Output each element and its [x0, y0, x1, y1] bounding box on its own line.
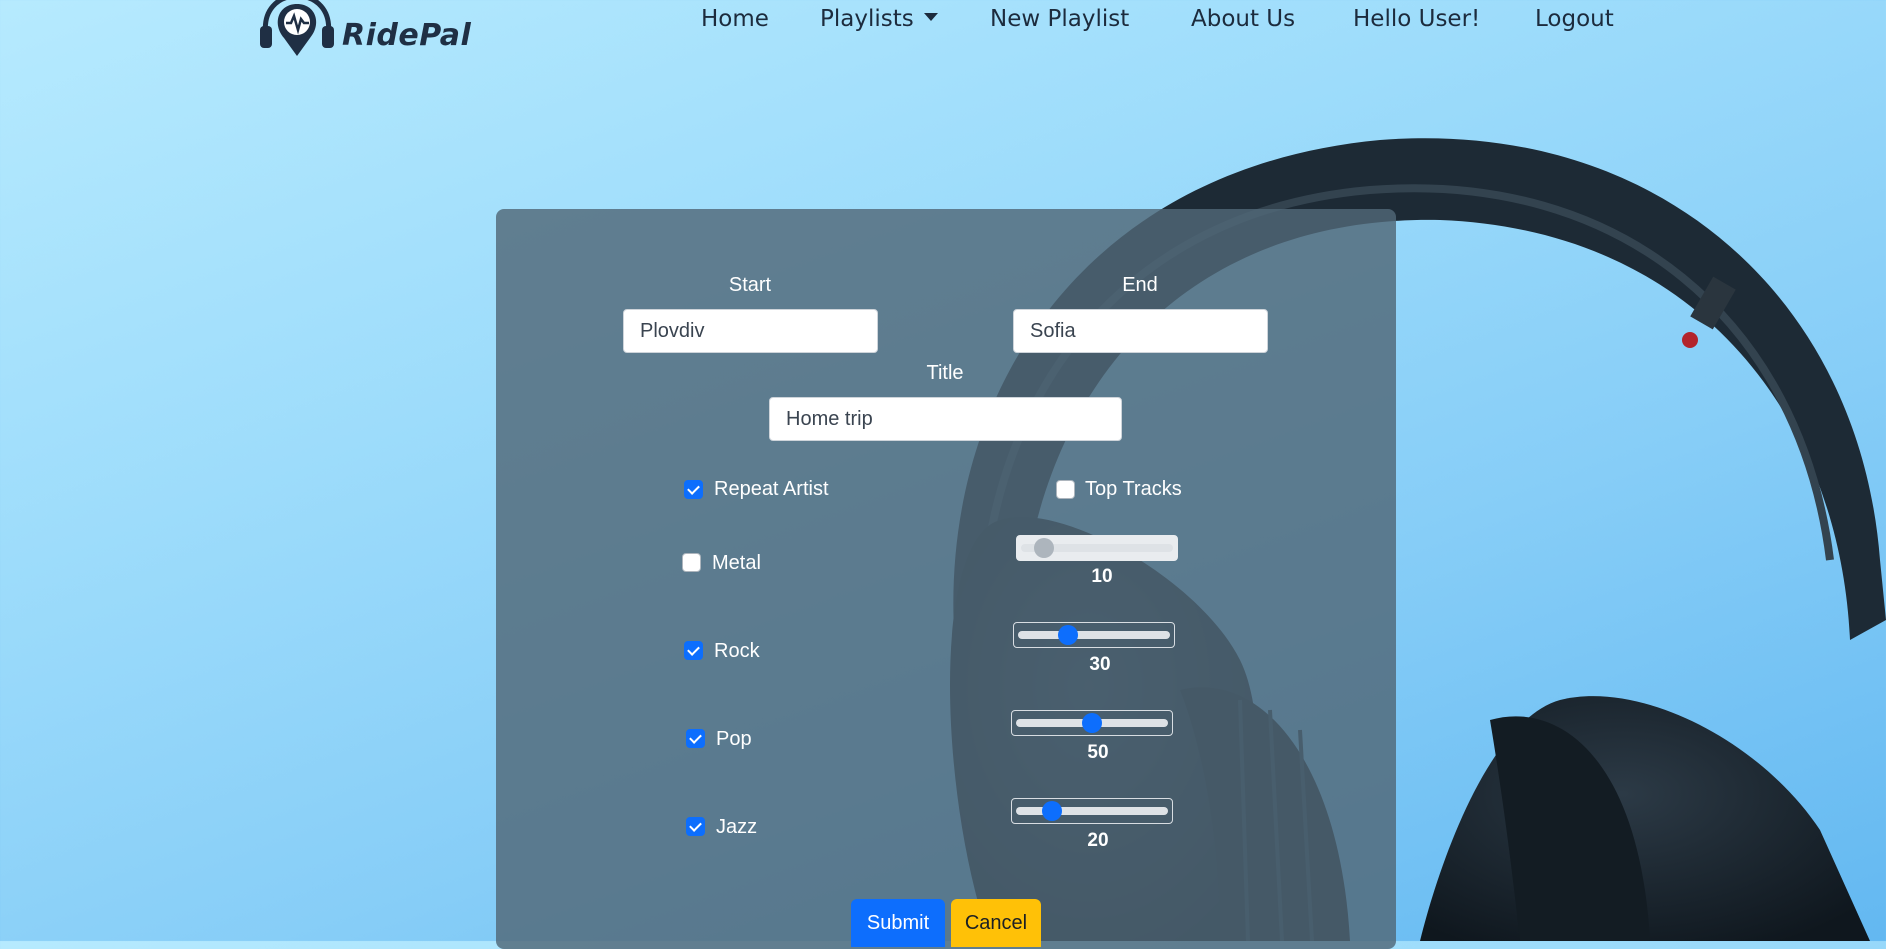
start-label: Start — [728, 274, 772, 296]
brand-logo[interactable]: RidePal — [254, 0, 471, 56]
chevron-down-icon — [923, 13, 938, 21]
nav-user-greeting[interactable]: Hello User! — [1353, 6, 1480, 32]
jazz-slider[interactable] — [1011, 798, 1173, 824]
nav-playlists-dropdown[interactable]: Playlists — [820, 6, 938, 32]
pop-slider[interactable] — [1011, 710, 1173, 736]
pop-checkbox[interactable] — [686, 729, 705, 748]
headphones-pin-icon — [260, 0, 334, 56]
brand-name: RidePal — [342, 18, 472, 53]
metal-checkbox[interactable] — [682, 553, 701, 572]
metal-value: 10 — [1091, 566, 1113, 587]
end-input[interactable] — [1013, 309, 1268, 353]
pop-label: Pop — [716, 728, 752, 750]
title-label: Title — [926, 362, 964, 384]
nav-new-playlist[interactable]: New Playlist — [990, 6, 1129, 32]
rock-value: 30 — [1089, 654, 1111, 675]
top-tracks-checkbox[interactable] — [1056, 480, 1075, 499]
nav-home[interactable]: Home — [701, 6, 769, 32]
repeat-artist-checkbox[interactable] — [684, 480, 703, 499]
jazz-label: Jazz — [716, 816, 758, 838]
rock-slider-thumb[interactable] — [1057, 625, 1078, 645]
submit-button[interactable]: Submit — [851, 899, 945, 947]
metal-label: Metal — [712, 552, 761, 574]
rock-checkbox[interactable] — [684, 641, 703, 660]
jazz-slider-thumb[interactable] — [1042, 801, 1063, 821]
start-input[interactable] — [623, 309, 878, 353]
jazz-value: 20 — [1087, 830, 1109, 851]
rock-label: Rock — [714, 640, 760, 662]
end-label: End — [1122, 274, 1158, 296]
cancel-button[interactable]: Cancel — [951, 899, 1041, 947]
title-input[interactable] — [769, 397, 1122, 441]
metal-slider-thumb[interactable] — [1034, 538, 1055, 558]
nav-playlists-label: Playlists — [820, 6, 914, 32]
metal-slider[interactable] — [1016, 535, 1178, 561]
pop-value: 50 — [1087, 742, 1109, 763]
top-tracks-label: Top Tracks — [1085, 478, 1182, 500]
repeat-artist-label: Repeat Artist — [714, 478, 829, 500]
nav-about-us[interactable]: About Us — [1191, 6, 1295, 32]
jazz-checkbox[interactable] — [686, 817, 705, 836]
rock-slider[interactable] — [1013, 622, 1175, 648]
pop-slider-thumb[interactable] — [1082, 713, 1102, 733]
nav-logout[interactable]: Logout — [1535, 6, 1614, 32]
